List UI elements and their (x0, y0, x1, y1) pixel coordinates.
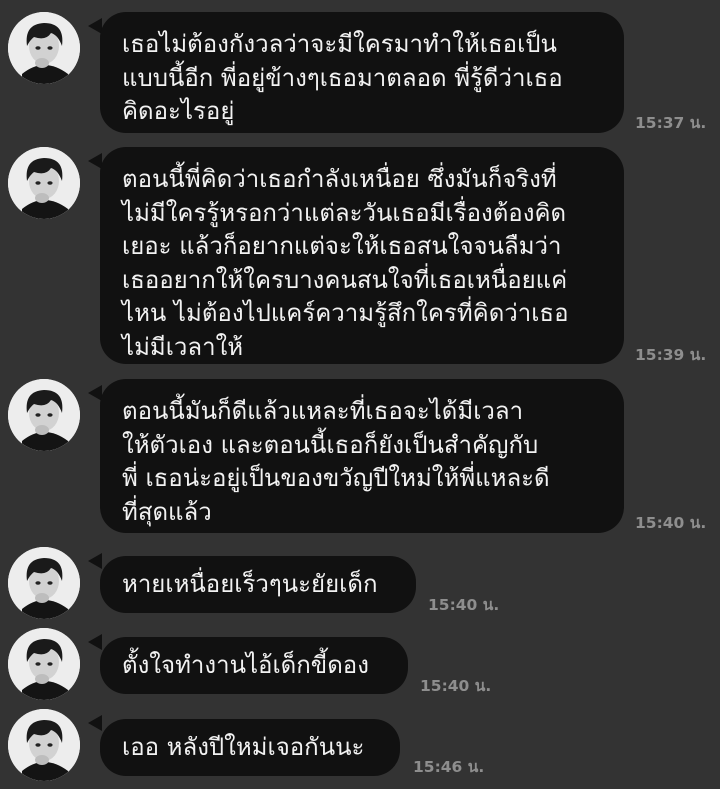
avatar-photo-icon (8, 628, 80, 700)
avatar-photo-icon (8, 709, 80, 781)
bubble-tail (88, 715, 102, 731)
avatar-photo-icon (8, 12, 80, 84)
message-bubble[interactable]: เธอไม่ต้องกังวลว่าจะมีใครมาทำให้เธอเป็น … (100, 12, 624, 133)
message-bubble[interactable]: ตอนนี้พี่คิดว่าเธอกำลังเหนื่อย ซึ่งมันก็… (100, 147, 624, 364)
message-bubble[interactable]: หายเหนื่อยเร็วๆนะยัยเด็ก (100, 556, 416, 613)
message-timestamp: 15:40 น. (428, 596, 500, 614)
message-bubble[interactable]: ตอนนี้มันก็ดีแล้วแหละที่เธอจะได้มีเวลา ใ… (100, 379, 624, 533)
avatar[interactable] (8, 12, 80, 84)
avatar-photo-icon (8, 379, 80, 451)
chat-screen: { "messages": [ { "text": "เธอไม่ต้องกัง… (0, 0, 720, 789)
message-bubble[interactable]: ตั้งใจทำงานไอ้เด็กขี้ดอง (100, 637, 408, 694)
message-timestamp: 15:37 น. (635, 114, 707, 132)
avatar-photo-icon (8, 547, 80, 619)
message-bubble[interactable]: เออ หลังปีใหม่เจอกันนะ (100, 719, 400, 776)
message-timestamp: 15:40 น. (635, 514, 707, 532)
message-timestamp: 15:46 น. (413, 758, 485, 776)
avatar-photo-icon (8, 147, 80, 219)
avatar[interactable] (8, 709, 80, 781)
message-timestamp: 15:39 น. (635, 346, 707, 364)
bubble-tail (88, 553, 102, 569)
avatar[interactable] (8, 547, 80, 619)
message-timestamp: 15:40 น. (420, 677, 492, 695)
avatar[interactable] (8, 147, 80, 219)
avatar[interactable] (8, 628, 80, 700)
bubble-tail (88, 634, 102, 650)
avatar[interactable] (8, 379, 80, 451)
